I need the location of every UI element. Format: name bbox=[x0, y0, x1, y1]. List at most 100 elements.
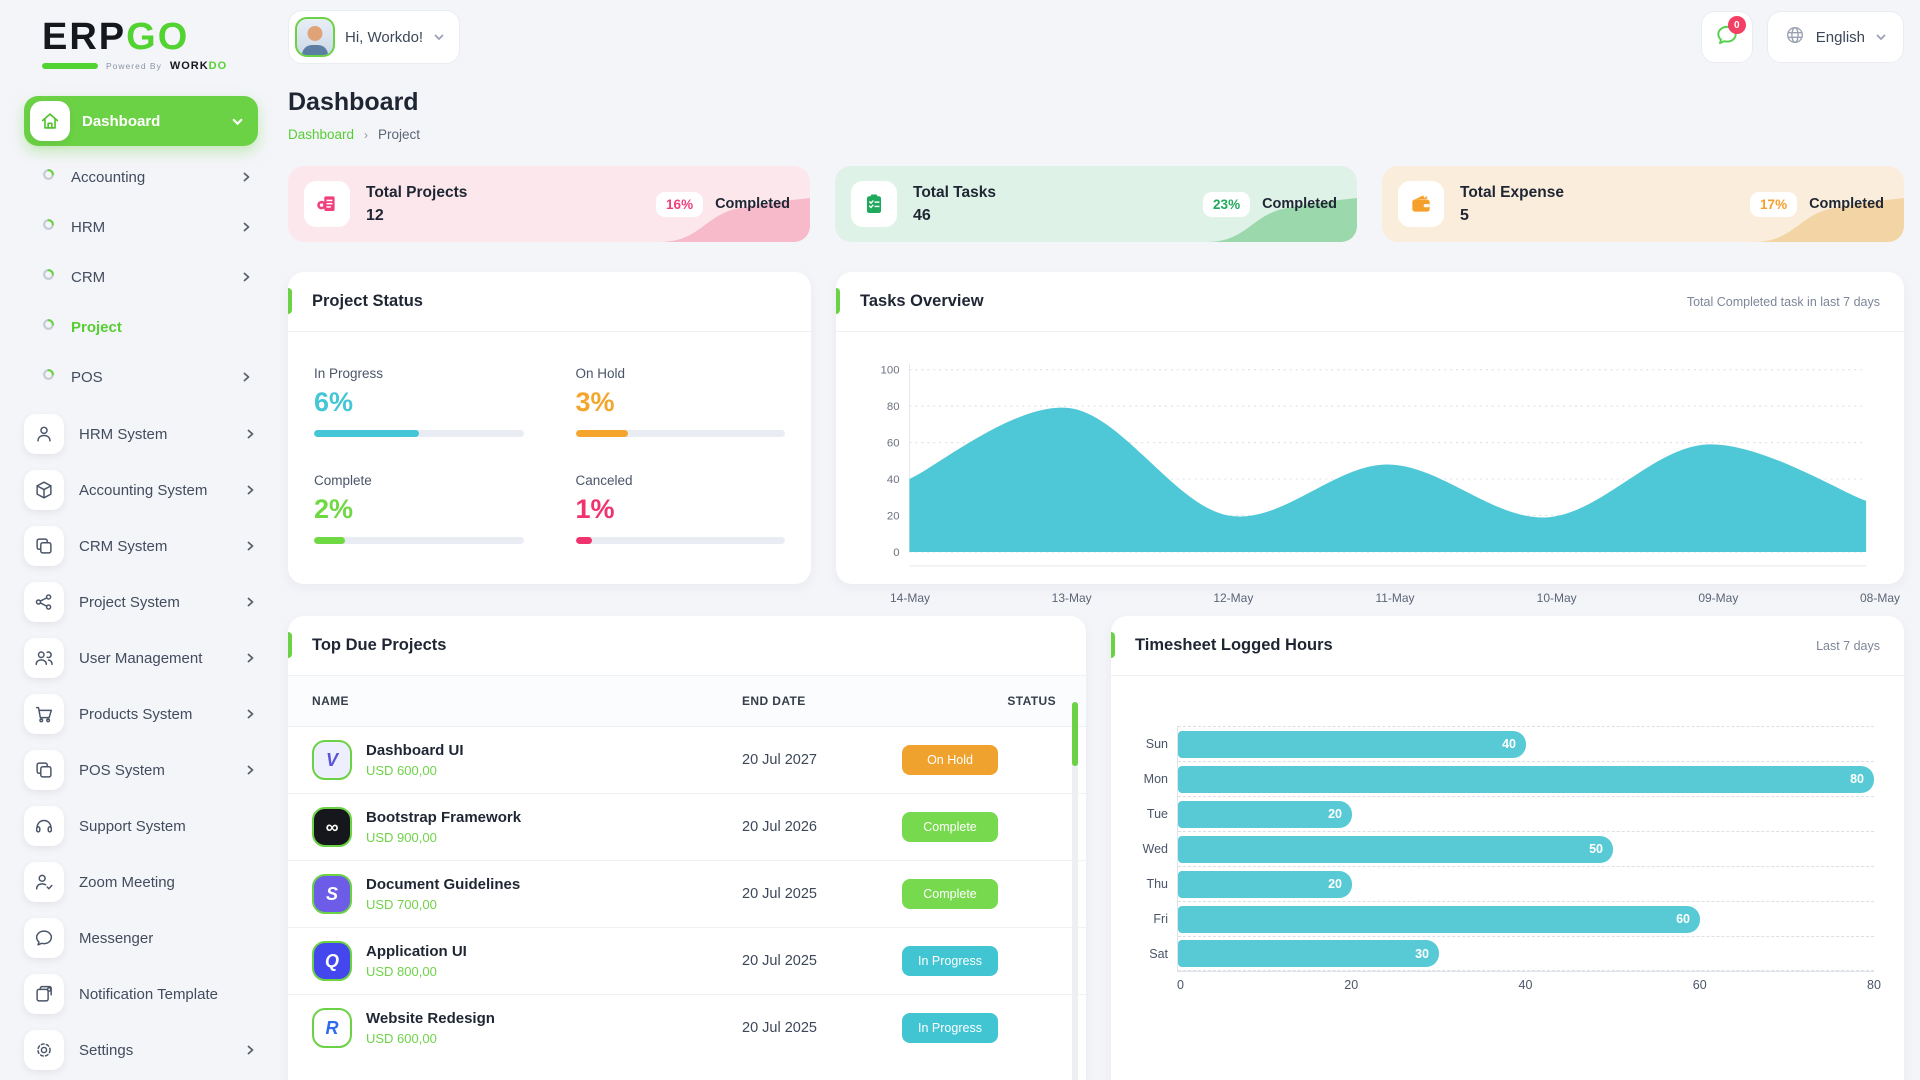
timesheet-x-axis: 020406080 bbox=[1177, 971, 1874, 993]
sidebar-item-messenger[interactable]: Messenger bbox=[24, 910, 256, 966]
area-series bbox=[909, 408, 1866, 552]
table-row-document-guidelines[interactable]: S Document Guidelines USD 700,00 20 Jul … bbox=[288, 861, 1086, 928]
chevron-right-icon bbox=[240, 221, 252, 233]
projects-icon bbox=[304, 181, 350, 227]
tasks-overview-x-axis: 14-May13-May12-May11-May10-May09-May08-M… bbox=[910, 591, 1880, 609]
status-metric-track bbox=[576, 430, 786, 437]
user-menu[interactable]: Hi, Workdo! bbox=[288, 10, 460, 64]
stat-title: Total Expense bbox=[1460, 184, 1750, 202]
sidebar-subitem-crm[interactable]: CRM bbox=[34, 252, 252, 302]
chevron-right-icon bbox=[240, 171, 252, 183]
timesheet-day-label: Mon bbox=[1130, 772, 1168, 786]
chevron-right-icon bbox=[244, 1044, 256, 1056]
tasks-icon bbox=[851, 181, 897, 227]
chevron-down-icon bbox=[1875, 31, 1887, 43]
sidebar-item-notification-template[interactable]: Notification Template bbox=[24, 966, 256, 1022]
status-metric-label: On Hold bbox=[576, 366, 786, 381]
chevron-right-icon bbox=[244, 540, 256, 552]
project-end-date: 20 Jul 2025 bbox=[742, 886, 817, 902]
sidebar-item-user-management[interactable]: User Management bbox=[24, 630, 256, 686]
sidebar-subitem-pos[interactable]: POS bbox=[34, 352, 252, 402]
stat-completed-label: Completed bbox=[1262, 196, 1337, 212]
gear-icon bbox=[24, 1030, 64, 1070]
stat-percent-badge: 16% bbox=[656, 192, 703, 217]
stat-completed-label: Completed bbox=[715, 196, 790, 212]
sidebar-item-support-system[interactable]: Support System bbox=[24, 798, 256, 854]
bar-mon: 80 bbox=[1178, 766, 1874, 793]
stat-card-total-tasks: Total Tasks 46 23% Completed bbox=[835, 166, 1357, 242]
language-selector[interactable]: English bbox=[1767, 11, 1904, 63]
logo-underline bbox=[42, 63, 98, 69]
users-icon bbox=[24, 638, 64, 678]
table-row-website-redesign[interactable]: R Website Redesign USD 600,00 20 Jul 202… bbox=[288, 995, 1086, 1062]
greeting-label: Hi, Workdo! bbox=[345, 29, 423, 46]
stat-title: Total Projects bbox=[366, 184, 656, 202]
stat-value: 5 bbox=[1460, 207, 1750, 225]
status-metric-value: 6% bbox=[314, 387, 524, 418]
sidebar: ERPGO Powered By WORKDO Dashboard Acco bbox=[0, 0, 272, 1080]
timesheet-row: Tue 20 bbox=[1178, 796, 1874, 831]
timesheet-title: Timesheet Logged Hours bbox=[1135, 636, 1333, 655]
topbar: Hi, Workdo! 0 English bbox=[288, 10, 1904, 64]
scrollbar-thumb[interactable] bbox=[1072, 702, 1078, 766]
project-name: Bootstrap Framework bbox=[366, 809, 521, 826]
template-icon bbox=[24, 974, 64, 1014]
sidebar-subitem-hrm[interactable]: HRM bbox=[34, 202, 252, 252]
sidebar-item-accounting-system[interactable]: Accounting System bbox=[24, 462, 256, 518]
breadcrumb-link-dashboard[interactable]: Dashboard bbox=[288, 127, 354, 142]
svg-text:80: 80 bbox=[887, 401, 900, 413]
sidebar-item-zoom-meeting[interactable]: Zoom Meeting bbox=[24, 854, 256, 910]
status-metric-in-progress: In Progress 6% bbox=[314, 366, 524, 437]
sidebar-item-project-system[interactable]: Project System bbox=[24, 574, 256, 630]
copy-icon bbox=[24, 526, 64, 566]
sidebar-item-dashboard[interactable]: Dashboard bbox=[24, 96, 258, 146]
project-end-date: 20 Jul 2026 bbox=[742, 819, 817, 835]
table-row-bootstrap-framework[interactable]: ∞ Bootstrap Framework USD 900,00 20 Jul … bbox=[288, 794, 1086, 861]
bullet-icon bbox=[42, 268, 55, 286]
stat-card-total-projects: Total Projects 12 16% Completed bbox=[288, 166, 810, 242]
sidebar-subitem-project[interactable]: Project bbox=[34, 302, 252, 352]
powered-by-label: Powered By bbox=[106, 61, 162, 71]
bullet-icon bbox=[42, 318, 55, 336]
sidebar-subitem-accounting[interactable]: Accounting bbox=[34, 152, 252, 202]
stat-percent-badge: 17% bbox=[1750, 192, 1797, 217]
column-header-status: STATUS bbox=[878, 676, 1086, 727]
status-metric-label: In Progress bbox=[314, 366, 524, 381]
svg-text:60: 60 bbox=[887, 438, 900, 450]
sidebar-item-pos-system[interactable]: POS System bbox=[24, 742, 256, 798]
status-metric-bar bbox=[576, 537, 593, 544]
headset-icon bbox=[24, 806, 64, 846]
status-badge: In Progress bbox=[902, 946, 998, 976]
table-row-application-ui[interactable]: Q Application UI USD 800,00 20 Jul 2025 … bbox=[288, 928, 1086, 995]
sidebar-item-products-system[interactable]: Products System bbox=[24, 686, 256, 742]
chevron-right-icon bbox=[244, 428, 256, 440]
project-icon: V bbox=[312, 740, 352, 780]
x-tick-label: 09-May bbox=[1698, 591, 1738, 605]
wallet-icon bbox=[1398, 181, 1444, 227]
x-tick-label: 13-May bbox=[1052, 591, 1092, 605]
copy-icon bbox=[24, 750, 64, 790]
timesheet-row: Thu 20 bbox=[1178, 866, 1874, 901]
status-metric-bar bbox=[314, 430, 419, 437]
stat-percent-badge: 23% bbox=[1203, 192, 1250, 217]
table-row-dashboard-ui[interactable]: V Dashboard UI USD 600,00 20 Jul 2027 On… bbox=[288, 727, 1086, 794]
sidebar-item-crm-system[interactable]: CRM System bbox=[24, 518, 256, 574]
chevron-right-icon bbox=[244, 596, 256, 608]
status-badge: In Progress bbox=[902, 1013, 998, 1043]
notifications-button[interactable]: 0 bbox=[1701, 11, 1753, 63]
status-metric-bar bbox=[576, 430, 628, 437]
bar-sat: 30 bbox=[1178, 940, 1439, 967]
bullet-icon bbox=[42, 168, 55, 186]
bar-thu: 20 bbox=[1178, 871, 1352, 898]
table-scrollbar bbox=[1072, 702, 1078, 1080]
project-status-metrics: In Progress 6% On Hold 3% Complete 2% Ca… bbox=[288, 332, 811, 578]
sidebar-item-settings[interactable]: Settings bbox=[24, 1022, 256, 1078]
dashboard-submenu: Accounting HRM CRM Project bbox=[24, 146, 258, 406]
tasks-overview-title: Tasks Overview bbox=[860, 292, 984, 311]
bar-value-label: 20 bbox=[1328, 807, 1342, 821]
language-label: English bbox=[1816, 29, 1865, 46]
top-due-projects-title: Top Due Projects bbox=[312, 636, 446, 655]
sidebar-item-hrm-system[interactable]: HRM System bbox=[24, 406, 256, 462]
chevron-right-icon bbox=[244, 764, 256, 776]
tasks-overview-card: Tasks Overview Total Completed task in l… bbox=[836, 272, 1904, 584]
